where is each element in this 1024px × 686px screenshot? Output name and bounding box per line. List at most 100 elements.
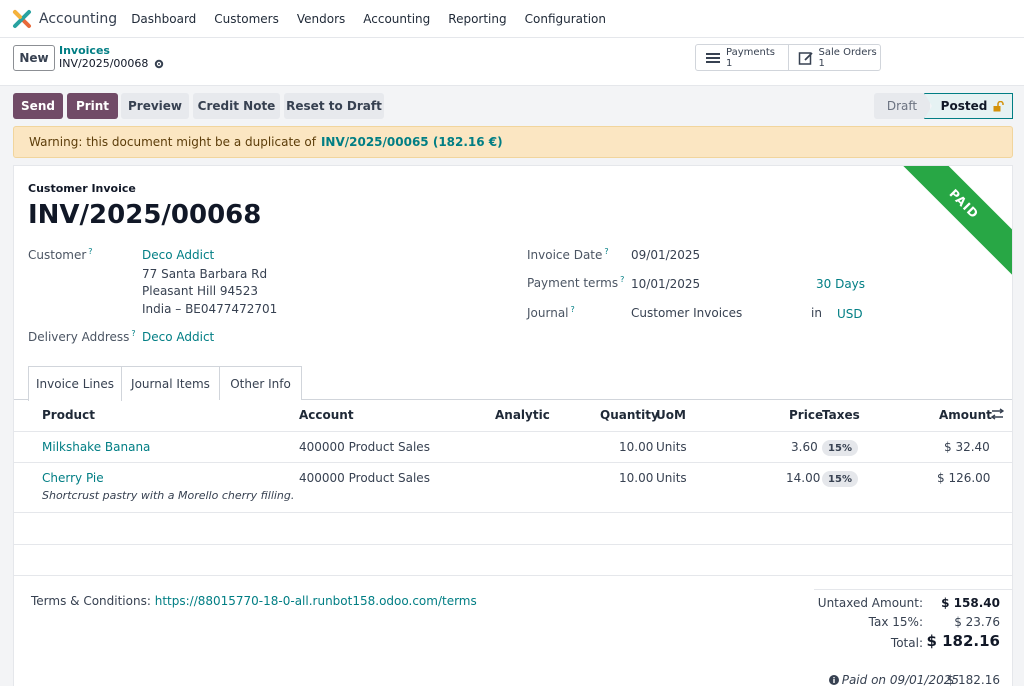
invoice-date-field[interactable]: 09/01/2025 bbox=[631, 248, 700, 262]
col-account[interactable]: Account bbox=[299, 408, 354, 422]
smart-buttons: Payments 1 Sale Orders 1 bbox=[695, 44, 881, 71]
app-name[interactable]: Accounting bbox=[39, 11, 117, 27]
help-icon[interactable]: ? bbox=[88, 247, 92, 256]
reset-to-draft-button[interactable]: Reset to Draft bbox=[284, 93, 384, 119]
line-price[interactable]: 3.60 bbox=[791, 440, 818, 454]
payments-smart-button[interactable]: Payments 1 bbox=[696, 45, 788, 70]
total-label: Total: bbox=[890, 636, 923, 650]
currency-field[interactable]: USD bbox=[837, 307, 863, 321]
terms-link[interactable]: https://88015770-18-0-all.runbot158.odoo… bbox=[155, 594, 477, 608]
col-product[interactable]: Product bbox=[42, 408, 95, 422]
col-quantity[interactable]: Quantity bbox=[600, 408, 659, 422]
tab-journal-items[interactable]: Journal Items bbox=[122, 366, 220, 400]
row-divider bbox=[14, 512, 1012, 513]
payments-count: 1 bbox=[726, 57, 733, 69]
menu-dashboard[interactable]: Dashboard bbox=[131, 12, 196, 26]
line-product[interactable]: Milkshake Banana bbox=[42, 440, 150, 454]
help-icon[interactable]: ? bbox=[571, 305, 575, 314]
breadcrumb-current: INV/2025/00068 bbox=[59, 57, 164, 70]
control-panel: New Invoices INV/2025/00068 Payments 1 S… bbox=[0, 38, 1024, 86]
journal-label-text: Journal bbox=[527, 306, 569, 320]
menu-reporting[interactable]: Reporting bbox=[448, 12, 506, 26]
paid-ribbon: PAID bbox=[889, 166, 1012, 279]
line-product[interactable]: Cherry Pie bbox=[42, 471, 104, 485]
tax-value: $ 23.76 bbox=[954, 615, 1000, 629]
line-amount: $ 126.00 bbox=[937, 471, 991, 485]
col-uom[interactable]: UoM bbox=[656, 408, 686, 422]
address-line-1: 77 Santa Barbara Rd bbox=[142, 267, 268, 281]
col-analytic[interactable]: Analytic bbox=[495, 408, 550, 422]
row-divider bbox=[14, 462, 1012, 463]
line-account[interactable]: 400000 Product Sales bbox=[299, 471, 430, 485]
tab-invoice-lines[interactable]: Invoice Lines bbox=[28, 366, 122, 401]
payments-label: Payments bbox=[726, 46, 775, 58]
in-label: in bbox=[811, 306, 822, 320]
delivery-address-field[interactable]: Deco Addict bbox=[142, 330, 214, 344]
col-price[interactable]: Price bbox=[789, 408, 823, 422]
journal-label: Journal? bbox=[527, 305, 575, 320]
accounting-app-icon[interactable] bbox=[12, 9, 32, 29]
sale-orders-smart-text: Sale Orders 1 bbox=[819, 47, 877, 69]
terms-label: Terms & Conditions: bbox=[31, 594, 151, 608]
list-icon bbox=[706, 52, 720, 63]
notebook-tabs: Invoice Lines Journal Items Other Info bbox=[14, 366, 1012, 401]
totals-box: Untaxed Amount: $ 158.40 Tax 15%: $ 23.7… bbox=[814, 589, 1012, 686]
invoice-date-label: Invoice Date? bbox=[527, 247, 609, 262]
tax-badge[interactable]: 15% bbox=[822, 471, 858, 487]
customer-label: Customer? bbox=[28, 247, 93, 262]
print-button[interactable]: Print bbox=[67, 93, 118, 119]
untaxed-amount-value: $ 158.40 bbox=[941, 596, 1000, 610]
gear-icon[interactable] bbox=[154, 59, 164, 69]
col-amount[interactable]: Amount bbox=[939, 408, 992, 422]
info-icon[interactable] bbox=[829, 675, 839, 685]
line-price[interactable]: 14.00 bbox=[786, 471, 820, 485]
help-icon[interactable]: ? bbox=[131, 329, 135, 338]
breadcrumb-invoices[interactable]: Invoices bbox=[59, 44, 110, 57]
status-bar: Send Print Preview Credit Note Reset to … bbox=[0, 86, 1024, 126]
alert-text: Warning: this document might be a duplic… bbox=[29, 135, 316, 149]
invoice-number: INV/2025/00068 bbox=[28, 200, 262, 230]
new-button[interactable]: New bbox=[13, 45, 55, 71]
customer-field[interactable]: Deco Addict bbox=[142, 248, 214, 262]
menu-configuration[interactable]: Configuration bbox=[525, 12, 606, 26]
payment-terms-label: Payment terms? bbox=[527, 275, 624, 290]
stage-posted[interactable]: Posted bbox=[924, 93, 1013, 119]
total-value: $ 182.16 bbox=[926, 632, 1000, 650]
address-line-2: Pleasant Hill 94523 bbox=[142, 284, 259, 298]
help-icon[interactable]: ? bbox=[604, 247, 608, 256]
untaxed-amount-label: Untaxed Amount: bbox=[817, 596, 923, 610]
optional-columns-icon[interactable] bbox=[991, 408, 1004, 420]
menu-vendors[interactable]: Vendors bbox=[297, 12, 345, 26]
tax-label: Tax 15%: bbox=[868, 615, 923, 629]
help-icon[interactable]: ? bbox=[620, 275, 624, 284]
line-amount: $ 32.40 bbox=[944, 440, 990, 454]
payment-terms-field[interactable]: 30 Days bbox=[816, 277, 865, 291]
line-description[interactable]: Shortcrust pastry with a Morello cherry … bbox=[42, 489, 294, 502]
menu-customers[interactable]: Customers bbox=[214, 12, 279, 26]
tax-badge[interactable]: 15% bbox=[822, 440, 858, 456]
journal-field[interactable]: Customer Invoices bbox=[631, 306, 742, 320]
line-quantity[interactable]: 10.00 bbox=[619, 471, 653, 485]
top-navbar: Accounting Dashboard Customers Vendors A… bbox=[0, 0, 1024, 38]
sale-orders-label: Sale Orders bbox=[818, 46, 877, 58]
tab-other-info[interactable]: Other Info bbox=[220, 366, 302, 400]
sale-orders-count: 1 bbox=[818, 57, 825, 69]
payment-terms-label-text: Payment terms bbox=[527, 276, 619, 290]
preview-button[interactable]: Preview bbox=[121, 93, 189, 119]
menu-accounting[interactable]: Accounting bbox=[363, 12, 430, 26]
line-quantity[interactable]: 10.00 bbox=[619, 440, 653, 454]
col-taxes[interactable]: Taxes bbox=[822, 408, 860, 422]
payment-terms-date-field[interactable]: 10/01/2025 bbox=[631, 277, 700, 291]
stage-posted-label: Posted bbox=[940, 99, 988, 113]
duplicate-invoice-link[interactable]: INV/2025/00065 (182.16 €) bbox=[321, 135, 503, 149]
paid-on-label: Paid on 09/01/2025 bbox=[841, 673, 959, 686]
line-uom[interactable]: Units bbox=[656, 440, 687, 454]
line-uom[interactable]: Units bbox=[656, 471, 687, 485]
line-account[interactable]: 400000 Product Sales bbox=[299, 440, 430, 454]
credit-note-button[interactable]: Credit Note bbox=[193, 93, 280, 119]
stage-draft[interactable]: Draft bbox=[874, 93, 930, 119]
duplicate-warning-alert: Warning: this document might be a duplic… bbox=[13, 126, 1013, 158]
sale-orders-smart-button[interactable]: Sale Orders 1 bbox=[787, 45, 881, 70]
send-button[interactable]: Send bbox=[13, 93, 63, 119]
unlock-icon bbox=[993, 100, 1005, 111]
